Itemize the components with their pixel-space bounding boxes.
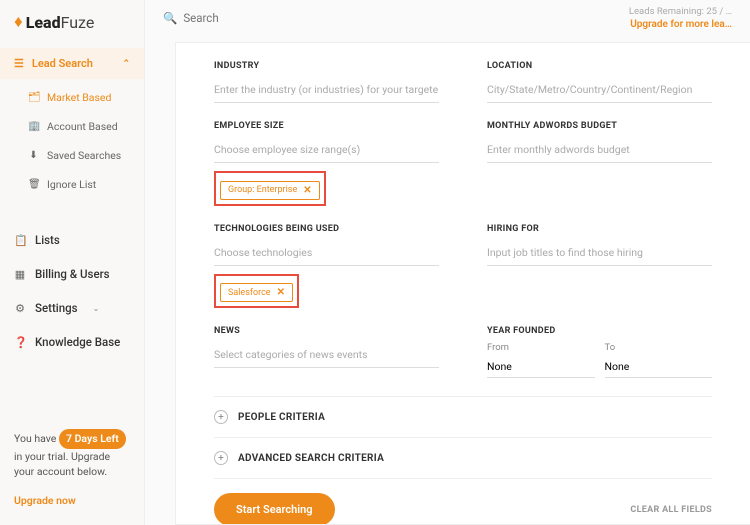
panel-footer: Start Searching CLEAR ALL FIELDS [214, 478, 712, 525]
upgrade-more-link[interactable]: Upgrade for more lea… [629, 19, 732, 30]
year-label: YEAR FOUNDED [487, 326, 712, 336]
sidebar-item-knowledge-base[interactable]: ❓ Knowledge Base [0, 325, 144, 359]
location-label: LOCATION [487, 61, 712, 71]
accordion-advanced-criteria[interactable]: + ADVANCED SEARCH CRITERIA [214, 437, 712, 478]
field-news: NEWS [214, 326, 439, 378]
nav-lead-search[interactable]: ☰ Lead Search ⌃ [0, 48, 144, 79]
technology-tag[interactable]: Salesforce ✕ [220, 283, 293, 302]
year-from-input[interactable] [487, 356, 595, 378]
briefcase-icon: 🗂 [28, 92, 39, 103]
gear-icon: ⚙ [14, 302, 26, 315]
sidebar-item-label: Account Based [47, 120, 118, 133]
sidebar-item-settings[interactable]: ⚙ Settings ⌄ [0, 291, 144, 325]
search-criteria-panel: INDUSTRY LOCATION EMPLOYEE SIZE Group: E… [175, 42, 750, 525]
close-icon[interactable]: ✕ [303, 185, 311, 196]
flame-icon: ♦ [14, 12, 23, 32]
field-industry: INDUSTRY [214, 61, 439, 103]
adwords-label: MONTHLY ADWORDS BUDGET [487, 121, 712, 131]
chevron-up-icon: ⌃ [122, 59, 130, 69]
plus-icon: + [214, 410, 228, 424]
field-hiring: HIRING FOR [487, 224, 712, 309]
lead-search-subitems: 🗂 Market Based 🏢 Account Based ⬇ Saved S… [0, 79, 144, 203]
adwords-input[interactable] [487, 137, 712, 163]
sidebar-item-saved-searches[interactable]: ⬇ Saved Searches [0, 141, 144, 170]
employee-size-tag[interactable]: Group: Enterprise ✕ [220, 181, 320, 200]
sidebar-item-label: Billing & Users [35, 267, 110, 281]
sliders-icon: ☰ [14, 57, 24, 70]
nav-lead-search-label: Lead Search [32, 57, 93, 70]
hiring-label: HIRING FOR [487, 224, 712, 234]
search-input[interactable] [183, 11, 303, 25]
topbar-right: Leads Remaining: 25 / … Upgrade for more… [629, 6, 732, 30]
nav-secondary: 📋 Lists ▦ Billing & Users ⚙ Settings ⌄ ❓… [0, 223, 144, 359]
topbar: 🔍 Leads Remaining: 25 / … Upgrade for mo… [145, 0, 750, 36]
trash-icon: 🗑 [28, 179, 39, 190]
help-icon: ❓ [14, 336, 26, 349]
trial-days-pill: 7 Days Left [59, 429, 126, 449]
highlight-box: Salesforce ✕ [214, 274, 299, 309]
field-adwords: MONTHLY ADWORDS BUDGET [487, 121, 712, 206]
clear-all-button[interactable]: CLEAR ALL FIELDS [630, 505, 712, 515]
download-icon: ⬇ [28, 150, 39, 161]
start-searching-button[interactable]: Start Searching [214, 493, 335, 525]
tag-label: Salesforce [228, 288, 271, 298]
employee-label: EMPLOYEE SIZE [214, 121, 439, 131]
sidebar-item-market-based[interactable]: 🗂 Market Based [0, 83, 144, 112]
tech-input[interactable] [214, 240, 439, 266]
clipboard-icon: 📋 [14, 234, 26, 247]
trial-pre: You have [14, 432, 56, 445]
employee-input[interactable] [214, 137, 439, 163]
sidebar-item-label: Saved Searches [47, 149, 121, 162]
card-icon: ▦ [14, 268, 26, 281]
field-employee-size: EMPLOYEE SIZE Group: Enterprise ✕ [214, 121, 439, 206]
sidebar-item-label: Ignore List [47, 178, 96, 191]
sidebar-item-label: Settings [35, 301, 78, 315]
tag-label: Group: Enterprise [228, 185, 297, 195]
plus-icon: + [214, 451, 228, 465]
sidebar-item-account-based[interactable]: 🏢 Account Based [0, 112, 144, 141]
accordion-label: ADVANCED SEARCH CRITERIA [238, 453, 384, 464]
accordion-people-criteria[interactable]: + PEOPLE CRITERIA [214, 396, 712, 437]
sidebar-item-label: Knowledge Base [35, 335, 120, 349]
search-icon: 🔍 [163, 11, 177, 25]
tech-label: TECHNOLOGIES BEING USED [214, 224, 439, 234]
logo-text-b: Fuze [61, 13, 95, 32]
location-input[interactable] [487, 77, 712, 103]
highlight-box: Group: Enterprise ✕ [214, 171, 326, 206]
field-technologies: TECHNOLOGIES BEING USED Salesforce ✕ [214, 224, 439, 309]
upgrade-now-link[interactable]: Upgrade now [0, 494, 144, 525]
hiring-input[interactable] [487, 240, 712, 266]
leads-remaining: Leads Remaining: 25 / … [629, 6, 732, 17]
year-from-label: From [487, 342, 595, 353]
accordion-label: PEOPLE CRITERIA [238, 412, 325, 423]
trial-post: in your trial. Upgrade your account belo… [14, 450, 110, 479]
industry-input[interactable] [214, 77, 439, 103]
chevron-down-icon: ⌄ [93, 304, 100, 313]
nav-lead-search-section: ☰ Lead Search ⌃ 🗂 Market Based 🏢 Account… [0, 48, 144, 203]
trial-status: You have 7 Days Left in your trial. Upgr… [0, 415, 144, 494]
close-icon[interactable]: ✕ [277, 287, 285, 298]
sidebar-item-label: Lists [35, 233, 60, 247]
industry-label: INDUSTRY [214, 61, 439, 71]
global-search[interactable]: 🔍 [163, 11, 303, 25]
field-location: LOCATION [487, 61, 712, 103]
sidebar-item-lists[interactable]: 📋 Lists [0, 223, 144, 257]
sidebar-item-label: Market Based [47, 91, 111, 104]
year-to-label: To [605, 342, 713, 353]
criteria-grid: INDUSTRY LOCATION EMPLOYEE SIZE Group: E… [214, 61, 712, 396]
building-icon: 🏢 [28, 121, 39, 132]
sidebar: ♦ LeadFuze ☰ Lead Search ⌃ 🗂 Market Base… [0, 0, 145, 525]
news-input[interactable] [214, 342, 439, 368]
year-to-input[interactable] [605, 356, 713, 378]
field-year-founded: YEAR FOUNDED From To [487, 326, 712, 378]
news-label: NEWS [214, 326, 439, 336]
logo[interactable]: ♦ LeadFuze [0, 0, 144, 44]
main-area: 🔍 Leads Remaining: 25 / … Upgrade for mo… [145, 0, 750, 525]
sidebar-item-ignore-list[interactable]: 🗑 Ignore List [0, 170, 144, 199]
sidebar-item-billing[interactable]: ▦ Billing & Users [0, 257, 144, 291]
logo-text-a: Lead [26, 13, 61, 32]
